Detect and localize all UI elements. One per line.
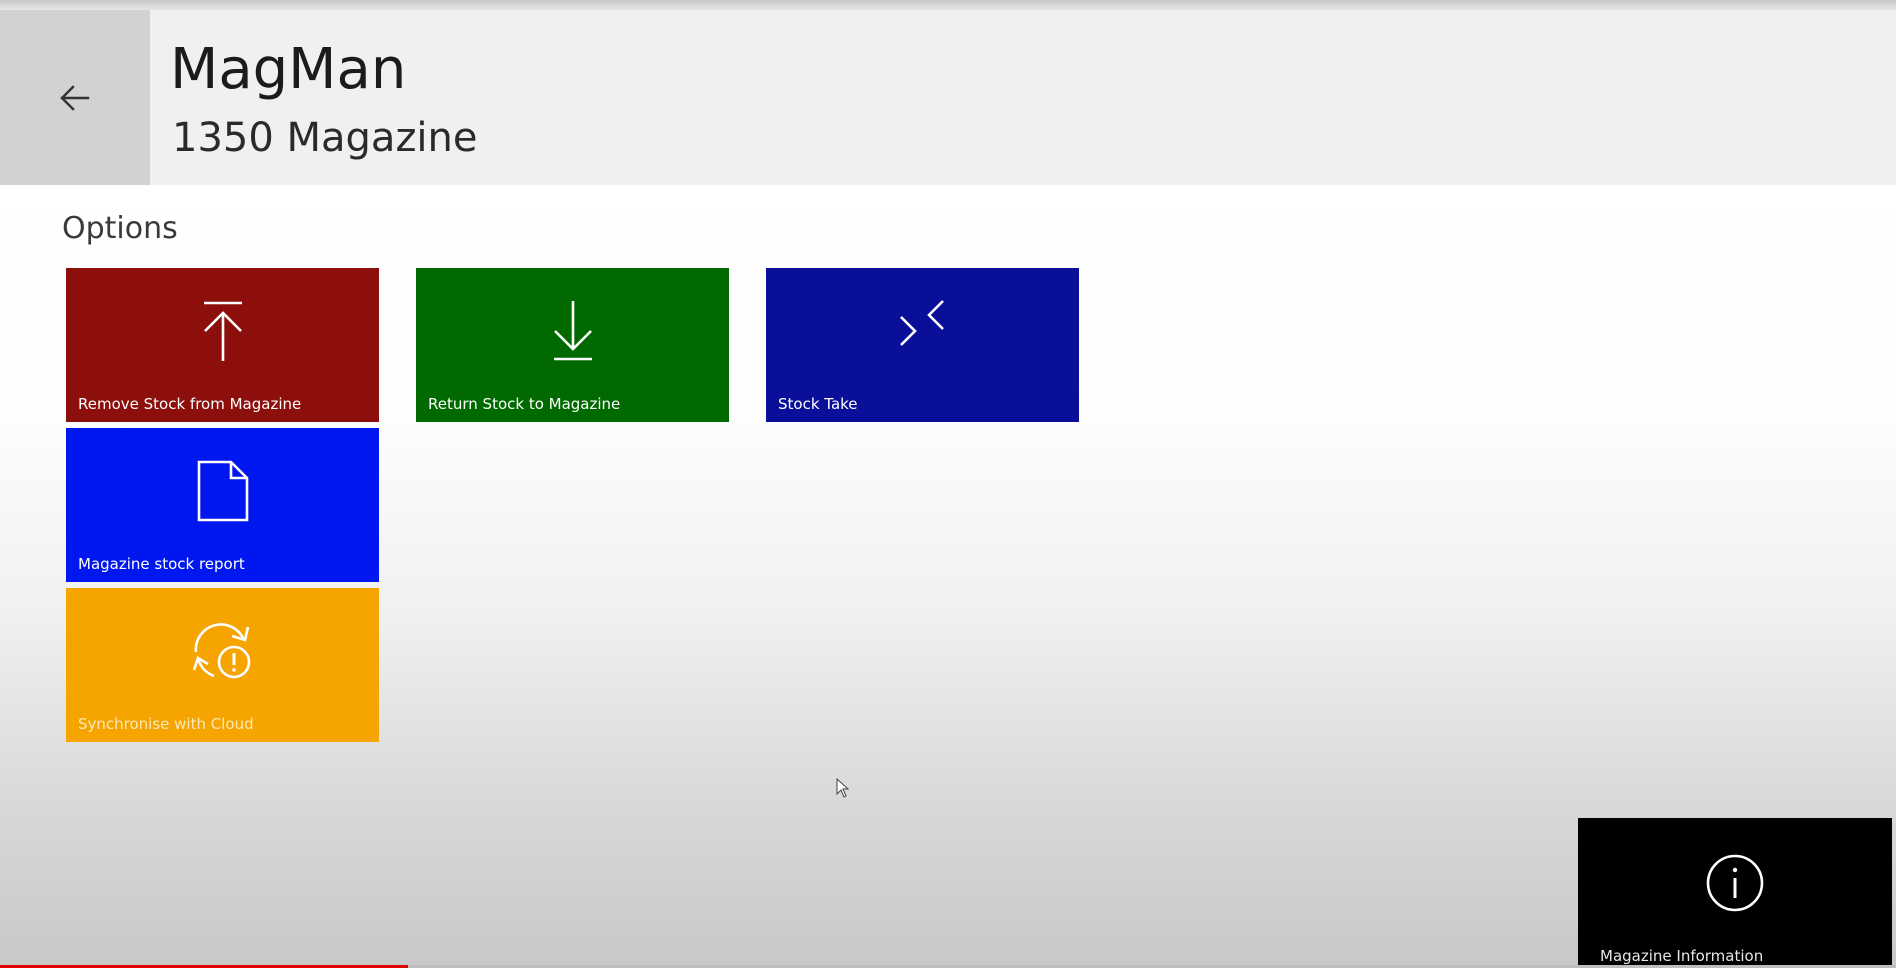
- upload-icon: [203, 301, 242, 361]
- return-stock-tile[interactable]: Return Stock to Magazine: [416, 268, 729, 422]
- collapse-arrows-icon: [899, 299, 944, 346]
- tile-label: Synchronise with Cloud: [78, 715, 254, 733]
- tile-label: Magazine Information: [1600, 947, 1764, 965]
- tile-label: Remove Stock from Magazine: [78, 395, 302, 413]
- app-subtitle: 1350 Magazine: [172, 115, 478, 161]
- stock-take-tile[interactable]: Stock Take: [766, 268, 1079, 422]
- magazine-stock-report-tile[interactable]: Magazine stock report: [66, 428, 379, 582]
- download-icon: [553, 300, 592, 360]
- synchronise-with-cloud-tile[interactable]: Synchronise with Cloud: [66, 588, 379, 742]
- info-icon: [1706, 854, 1764, 912]
- remove-stock-tile[interactable]: Remove Stock from Magazine: [66, 268, 379, 422]
- tile-label: Return Stock to Magazine: [428, 395, 621, 413]
- app-title: MagMan: [170, 37, 407, 102]
- window-top-strip: [0, 0, 1896, 10]
- magazine-information-tile[interactable]: Magazine Information: [1578, 818, 1892, 968]
- arrow-left-icon: [60, 84, 90, 111]
- mouse-cursor-icon: [836, 778, 850, 798]
- sync-warning-icon: [192, 622, 250, 678]
- tile-label: Magazine stock report: [78, 555, 245, 573]
- back-button[interactable]: [0, 10, 150, 185]
- tile-label: Stock Take: [778, 395, 858, 413]
- document-icon: [197, 460, 248, 521]
- app-header: MagMan 1350 Magazine: [0, 10, 1896, 185]
- options-heading: Options: [62, 211, 178, 246]
